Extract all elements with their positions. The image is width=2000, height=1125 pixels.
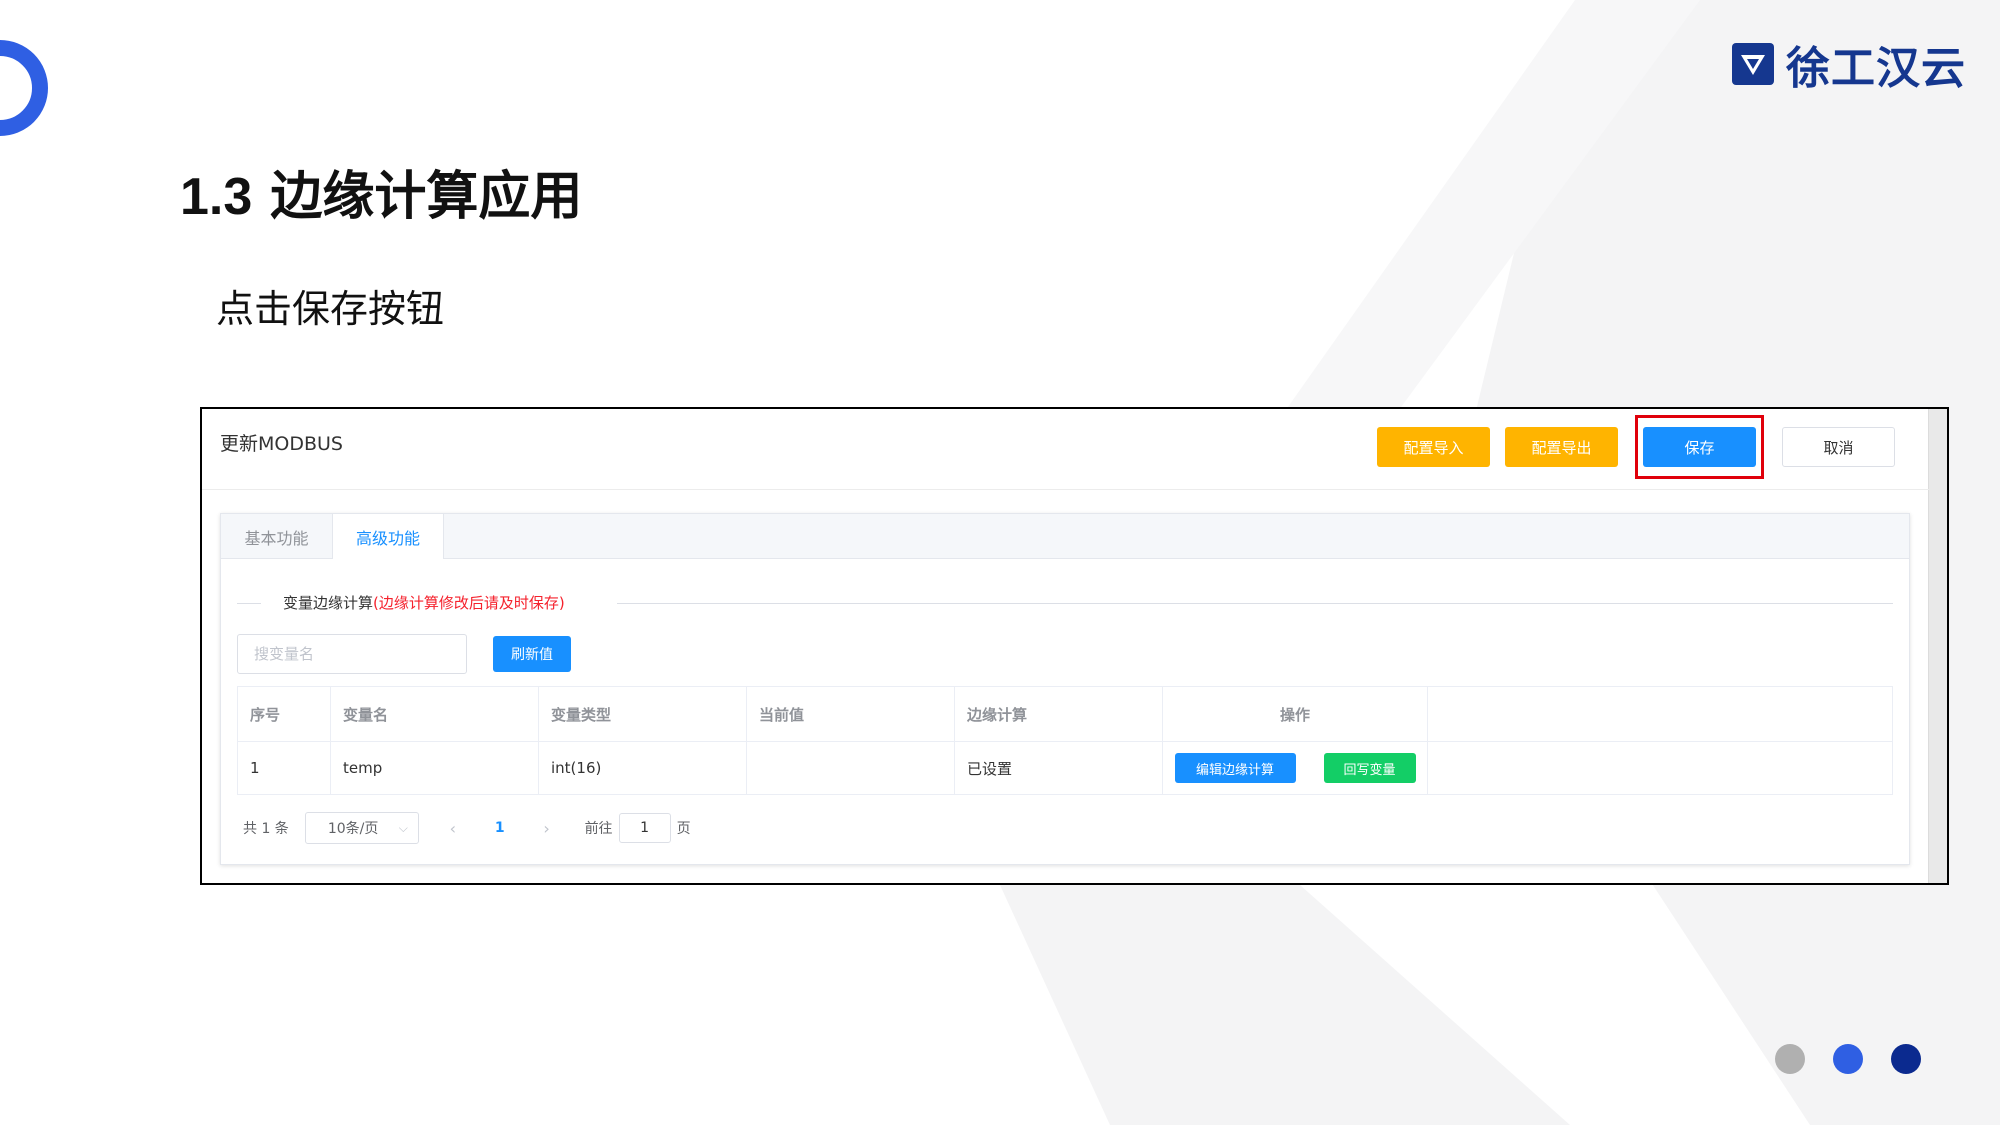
save-highlight-box: [1635, 415, 1764, 479]
tab-bar: 基本功能 高级功能: [221, 514, 1909, 559]
variable-search-input[interactable]: [237, 634, 467, 674]
prev-page-icon[interactable]: ‹: [443, 819, 463, 838]
cell-actions: 编辑边缘计算 回写变量: [1163, 741, 1428, 795]
slide-dots: [1775, 1044, 1921, 1074]
table-row: 1 temp int(16) 已设置 编辑边缘计算 回写变量: [238, 741, 1892, 795]
slide-subtitle: 点击保存按钮: [216, 287, 445, 331]
cell-edge-compute: 已设置: [955, 741, 1163, 795]
cell-variable-type: int(16): [539, 741, 747, 795]
table-header-row: 序号 变量名 变量类型 当前值 边缘计算 操作: [238, 687, 1892, 742]
header-current-value: 当前值: [747, 687, 955, 741]
brand-mark-icon: [1732, 43, 1774, 85]
chevron-down-icon: ⌵: [398, 820, 408, 835]
page-size-value: 10条/页: [327, 821, 379, 837]
refresh-values-button[interactable]: 刷新值: [493, 636, 571, 672]
page-size-select[interactable]: 10条/页 ⌵: [304, 812, 419, 844]
slide-title: 1.3 边缘计算应用: [180, 154, 582, 229]
modbus-dialog-screenshot: 更新MODBUS 配置导入 配置导出 保存 取消 基本功能 高级功能 变量边缘计…: [200, 407, 1949, 885]
tab-advanced-functions[interactable]: 高级功能: [332, 514, 444, 559]
page-unit-label: 页: [676, 821, 691, 837]
section-title: 变量边缘计算(边缘计算修改后请及时保存): [283, 592, 565, 613]
brand-name: 徐工汉云: [1786, 43, 1966, 94]
variables-table: 序号 变量名 变量类型 当前值 边缘计算 操作 1 temp int(16) 已…: [237, 686, 1893, 795]
header-actions: 操作: [1163, 687, 1428, 741]
edit-edge-compute-button[interactable]: 编辑边缘计算: [1174, 753, 1296, 783]
slide-title-text: 边缘计算应用: [270, 167, 583, 227]
header-filler: [1428, 687, 1892, 741]
cancel-button[interactable]: 取消: [1782, 427, 1895, 467]
pagination: 共 1 条 10条/页 ⌵ ‹ 1 › 前往 页: [243, 811, 691, 845]
cell-current-value: [747, 741, 955, 795]
scrollbar[interactable]: [1928, 409, 1947, 883]
section-divider-left: [237, 603, 261, 604]
current-page-number[interactable]: 1: [495, 820, 505, 836]
cell-variable-name: temp: [331, 741, 539, 795]
goto-page-input[interactable]: [618, 813, 671, 843]
header-variable-type: 变量类型: [539, 687, 747, 741]
write-back-variable-button[interactable]: 回写变量: [1323, 753, 1416, 783]
dot-grey: [1775, 1044, 1805, 1074]
tab-basic-functions[interactable]: 基本功能: [221, 514, 332, 559]
dot-navy: [1891, 1044, 1921, 1074]
settings-panel: 基本功能 高级功能 变量边缘计算(边缘计算修改后请及时保存) 刷新值 序号 变量…: [220, 513, 1910, 865]
dialog-title: 更新MODBUS: [220, 433, 343, 455]
cell-filler: [1428, 741, 1892, 795]
pagination-total: 共 1 条: [243, 821, 289, 837]
section-warning: (边缘计算修改后请及时保存): [373, 594, 565, 612]
next-page-icon[interactable]: ›: [537, 819, 557, 838]
slide-title-number: 1.3: [180, 168, 253, 226]
goto-label: 前往: [584, 821, 613, 837]
header-divider: [202, 489, 1929, 490]
dot-blue: [1833, 1044, 1863, 1074]
corner-ring-decoration: [0, 40, 48, 136]
header-variable-name: 变量名: [331, 687, 539, 741]
section-label: 变量边缘计算: [283, 594, 374, 612]
header-edge-compute: 边缘计算: [955, 687, 1163, 741]
brand-logo: 徐工汉云: [1730, 36, 1966, 94]
section-divider-right: [617, 603, 1893, 604]
cell-index: 1: [238, 741, 331, 795]
header-index: 序号: [238, 687, 331, 741]
config-import-button[interactable]: 配置导入: [1377, 427, 1490, 467]
config-export-button[interactable]: 配置导出: [1505, 427, 1618, 467]
